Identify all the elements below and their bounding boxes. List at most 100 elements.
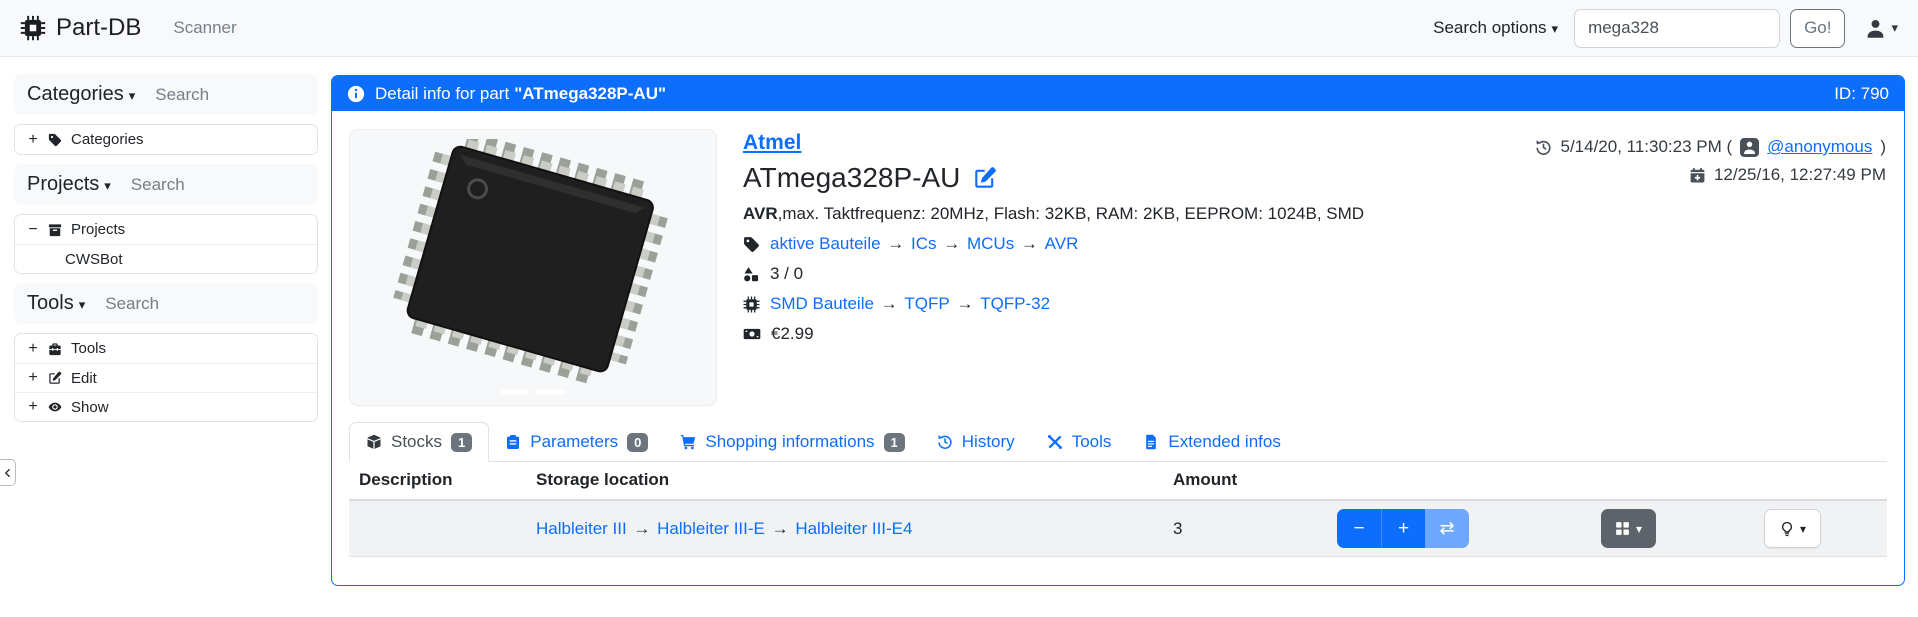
stock-buttons: − + ⇄: [1337, 509, 1469, 548]
grid-icon: [1615, 521, 1630, 536]
part-price: €2.99: [771, 324, 814, 344]
eye-icon: [48, 400, 62, 414]
nav-link-scanner[interactable]: Scanner: [173, 18, 236, 38]
sidebar-section-header-projects: Projects▾: [14, 164, 318, 205]
arrow-separator: →: [952, 294, 978, 313]
tools-icon: [1047, 434, 1063, 450]
stock-summary: 3 / 0: [770, 264, 803, 284]
tree-item-label: Categories: [71, 131, 144, 148]
sidebar-search-input[interactable]: [131, 175, 281, 195]
image-carousel-indicators[interactable]: [501, 390, 565, 394]
part-id: ID: 790: [1834, 84, 1889, 104]
chevron-down-icon: ▾: [1891, 20, 1898, 36]
withdraw-stock-button[interactable]: −: [1337, 509, 1381, 548]
search-options-dropdown[interactable]: Search options▾: [1433, 18, 1558, 38]
col-header-description: Description: [359, 470, 536, 490]
user-menu-dropdown[interactable]: ▾: [1865, 18, 1898, 39]
top-navbar: Part-DB Scanner Search options▾ Go! ▾: [0, 0, 1918, 57]
tab-label: Tools: [1072, 432, 1112, 452]
lightbulb-icon: [1779, 521, 1795, 537]
sidebar-item-edit[interactable]: +Edit: [15, 363, 317, 392]
breadcrumb-link[interactable]: TQFP: [904, 294, 949, 313]
tree-expander-icon[interactable]: −: [27, 221, 39, 239]
cell-amount: 3: [1173, 519, 1337, 539]
tab-shopping-informations[interactable]: Shopping informations1: [664, 423, 920, 461]
footprint-line: SMD Bauteile → TQFP → TQFP-32: [743, 294, 1364, 314]
money-bill-icon: [743, 325, 761, 343]
sidebar-item-cwsbot[interactable]: CWSBot: [15, 244, 317, 273]
sidebar-tree-tools: +Tools+Edit+Show: [14, 333, 318, 422]
tree-expander-icon[interactable]: +: [27, 340, 39, 358]
manufacturer-link[interactable]: Atmel: [743, 131, 801, 155]
toolbox-icon: [48, 342, 62, 356]
add-stock-button[interactable]: +: [1381, 509, 1425, 548]
sidebar-search-input[interactable]: [155, 85, 305, 105]
app-brand[interactable]: Part-DB: [20, 14, 141, 42]
sidebar-section-header-categories: Categories▾: [14, 74, 318, 115]
sidebar-item-projects[interactable]: − Projects: [15, 215, 317, 244]
created-line: 12/25/16, 12:27:49 PM: [1535, 161, 1886, 189]
tab-extended-infos[interactable]: Extended infos: [1127, 423, 1296, 461]
tree-expander-icon[interactable]: +: [27, 131, 39, 149]
breadcrumb-link[interactable]: aktive Bauteile: [770, 234, 881, 253]
tab-count-badge: 1: [451, 433, 472, 452]
tab-tools[interactable]: Tools: [1031, 423, 1128, 461]
sidebar-item-show[interactable]: + Show: [15, 392, 317, 421]
tree-item-label: Show: [71, 399, 109, 416]
microchip-icon: [20, 15, 46, 41]
arrow-separator: →: [883, 234, 909, 253]
part-name: ATmega328P-AU: [743, 162, 960, 194]
part-detail-card: Detail info for part "ATmega328P-AU" ID:…: [331, 75, 1905, 586]
breadcrumb-link[interactable]: MCUs: [967, 234, 1014, 253]
view-options-dropdown[interactable]: ▾: [1601, 509, 1656, 548]
arrow-separator: →: [629, 519, 655, 538]
sidebar-section-title[interactable]: Projects▾: [27, 173, 111, 196]
tab-parameters[interactable]: Parameters 0: [489, 423, 664, 461]
chip-photo: [363, 139, 703, 397]
part-image[interactable]: [349, 129, 717, 406]
arrow-separator: →: [876, 294, 902, 313]
tag-icon: [48, 133, 62, 147]
header-text: Detail info for part: [375, 84, 509, 104]
header-part-name: "ATmega328P-AU": [514, 84, 666, 104]
tab-label: Shopping informations: [705, 432, 874, 452]
tab-count-badge: 0: [627, 433, 648, 452]
tree-expander-icon[interactable]: +: [27, 369, 39, 387]
chevron-left-icon: [3, 467, 13, 479]
sidebar-item-categories[interactable]: + Categories: [15, 125, 317, 154]
breadcrumb-link[interactable]: Halbleiter III: [536, 519, 627, 538]
part-description: AVR,max. Taktfrequenz: 20MHz, Flash: 32K…: [743, 204, 1364, 224]
sidebar-section-title[interactable]: Categories▾: [27, 83, 135, 106]
tree-item-label: Projects: [71, 221, 125, 238]
cart-icon: [680, 434, 696, 450]
tab-label: Extended infos: [1168, 432, 1280, 452]
tab-stocks[interactable]: Stocks1: [349, 422, 489, 462]
move-stock-button[interactable]: ⇄: [1425, 509, 1469, 548]
breadcrumb-link[interactable]: TQFP-32: [980, 294, 1050, 313]
tree-expander-icon[interactable]: +: [27, 398, 39, 416]
modified-user-link[interactable]: @anonymous: [1767, 137, 1872, 157]
edit-part-icon[interactable]: [973, 166, 997, 190]
breadcrumb-link[interactable]: AVR: [1045, 234, 1079, 253]
tab-label: Parameters: [530, 432, 618, 452]
sidebar-search-input[interactable]: [105, 294, 255, 314]
tab-history[interactable]: History: [921, 423, 1031, 461]
label-dropdown[interactable]: ▾: [1764, 509, 1821, 548]
user-avatar-icon: [1740, 138, 1759, 157]
user-icon: [1865, 18, 1886, 39]
part-db-app: Part-DB Scanner Search options▾ Go! ▾ Ca…: [0, 0, 1918, 617]
shapes-icon: [743, 266, 760, 283]
breadcrumb-link[interactable]: Halbleiter III-E4: [795, 519, 912, 538]
footprint-breadcrumb: SMD Bauteile → TQFP → TQFP-32: [770, 294, 1050, 314]
search-go-button[interactable]: Go!: [1790, 9, 1845, 48]
breadcrumb-link[interactable]: Halbleiter III-E: [657, 519, 765, 538]
breadcrumb-link[interactable]: ICs: [911, 234, 937, 253]
sidebar-section-title[interactable]: Tools▾: [27, 292, 85, 315]
sidebar-collapse-toggle[interactable]: [0, 459, 16, 486]
search-input[interactable]: [1574, 9, 1780, 48]
breadcrumb-link[interactable]: SMD Bauteile: [770, 294, 874, 313]
cell-storage-location: Halbleiter III → Halbleiter III-E → Halb…: [536, 519, 1173, 539]
sidebar-item-tools[interactable]: +Tools: [15, 334, 317, 363]
part-meta: 5/14/20, 11:30:23 PM ( @anonymous ) 12/2…: [1535, 133, 1886, 189]
table-header-row: Description Storage location Amount: [349, 461, 1887, 501]
